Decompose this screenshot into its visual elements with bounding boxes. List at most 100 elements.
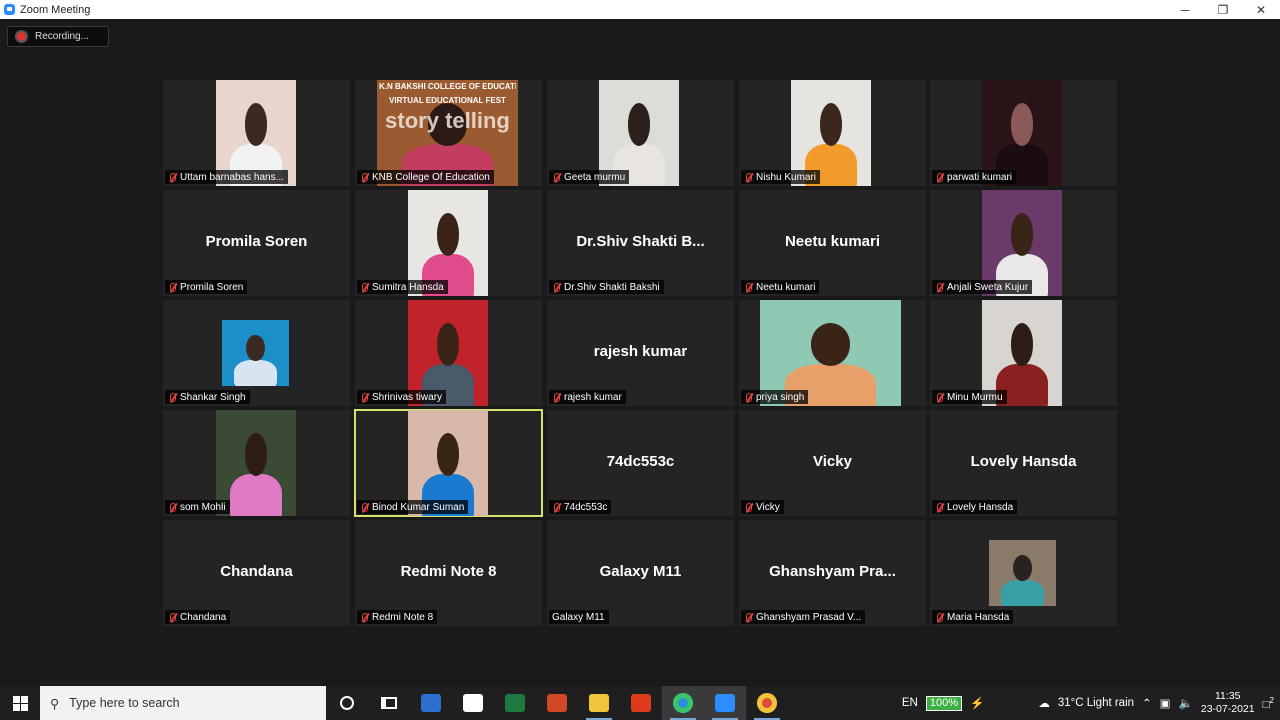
participant-display-name: Ghanshyam Pra...	[769, 563, 896, 580]
taskbar-search[interactable]: ⚲ Type here to search	[40, 686, 326, 720]
video-overlay-text: story telling	[385, 108, 510, 133]
taskbar-store-button[interactable]	[452, 686, 494, 720]
taskbar-photos-button[interactable]	[410, 686, 452, 720]
muted-mic-icon	[935, 502, 944, 513]
start-button[interactable]	[0, 686, 40, 720]
taskbar-powerpoint-button[interactable]	[536, 686, 578, 720]
participant-name-label: priya singh	[741, 390, 809, 404]
clock[interactable]: 11:35 23-07-2021	[1201, 690, 1255, 716]
participant-name: Nishu Kumari	[756, 171, 817, 183]
muted-mic-icon	[935, 392, 944, 403]
participant-tile[interactable]: rajesh kumar rajesh kumar	[547, 300, 734, 406]
taskbar-cortana-button[interactable]	[326, 686, 368, 720]
participant-tile[interactable]: Nishu Kumari	[739, 80, 926, 186]
participant-tile[interactable]: Binod Kumar Suman	[354, 409, 543, 517]
participant-tile[interactable]: Shankar Singh	[163, 300, 350, 406]
participant-name-label: Anjali Sweta Kujur	[932, 280, 1033, 294]
participant-name: Minu Murmu	[947, 391, 1003, 403]
muted-mic-icon	[935, 172, 944, 183]
maximize-button[interactable]: ❐	[1204, 0, 1242, 19]
participant-tile[interactable]: Anjali Sweta Kujur	[930, 190, 1117, 296]
participant-name-label: Maria Hansda	[932, 610, 1014, 624]
participant-tile[interactable]: Vicky Vicky	[739, 410, 926, 516]
participant-name: priya singh	[756, 391, 805, 403]
muted-mic-icon	[744, 502, 753, 513]
muted-mic-icon	[935, 612, 944, 623]
taskbar-zoom-button[interactable]	[704, 686, 746, 720]
muted-mic-icon	[552, 392, 561, 403]
muted-mic-icon	[168, 502, 177, 513]
recording-indicator[interactable]: Recording...	[7, 26, 109, 47]
taskbar-task-view-button[interactable]	[368, 686, 410, 720]
participant-tile[interactable]: Dr.Shiv Shakti B... Dr.Shiv Shakti Bakshi	[547, 190, 734, 296]
windows-logo-icon	[12, 695, 28, 711]
participant-display-name: Galaxy M11	[599, 563, 682, 580]
search-placeholder: Type here to search	[69, 696, 180, 710]
participant-tile[interactable]: parwati kumari	[930, 80, 1117, 186]
edge-icon	[673, 693, 693, 713]
participant-display-name: Chandana	[220, 563, 293, 580]
participant-name-label: Dr.Shiv Shakti Bakshi	[549, 280, 664, 294]
task-view-icon	[381, 697, 397, 709]
taskbar-file-explorer-button[interactable]	[578, 686, 620, 720]
participant-tile[interactable]: som Mohli	[163, 410, 350, 516]
participant-video	[222, 320, 289, 386]
close-button[interactable]: ✕	[1242, 0, 1280, 19]
muted-mic-icon	[360, 612, 369, 623]
participant-tile[interactable]: Maria Hansda	[930, 520, 1117, 626]
participant-tile[interactable]: Sumitra Hansda	[355, 190, 542, 296]
weather-text[interactable]: 31°C Light rain	[1058, 697, 1134, 709]
participant-name: KNB College Of Education	[372, 171, 490, 183]
participant-tile[interactable]: Uttam barnabas hans...	[163, 80, 350, 186]
participant-tile[interactable]: Redmi Note 8 Redmi Note 8	[355, 520, 542, 626]
participant-name: Neetu kumari	[756, 281, 816, 293]
language-indicator[interactable]: EN	[902, 697, 918, 709]
network-icon[interactable]: ▣	[1160, 696, 1171, 710]
participant-display-name: rajesh kumar	[593, 343, 688, 360]
participant-tile[interactable]: Galaxy M11 Galaxy M11	[547, 520, 734, 626]
participant-tile[interactable]: Ghanshyam Pra... Ghanshyam Prasad V...	[739, 520, 926, 626]
participant-tile[interactable]: Promila Soren Promila Soren	[163, 190, 350, 296]
meeting-area: Recording... Uttam barnabas hans... K.N B…	[0, 19, 1280, 686]
gallery-grid: Uttam barnabas hans... K.N BAKSHI COLLEGE…	[163, 80, 1117, 626]
participant-name-label: Lovely Hansda	[932, 500, 1018, 514]
minimize-button[interactable]: ─	[1166, 0, 1204, 19]
participant-name-label: Ghanshyam Prasad V...	[741, 610, 866, 624]
participant-name: Sumitra Hansda	[372, 281, 444, 293]
chevron-up-icon[interactable]: ⌃	[1142, 696, 1152, 710]
participant-name: Shankar Singh	[180, 391, 246, 403]
participant-tile[interactable]: 74dc553c 74dc553c	[547, 410, 734, 516]
participant-tile[interactable]: Chandana Chandana	[163, 520, 350, 626]
taskbar-office-button[interactable]	[620, 686, 662, 720]
participant-name-label: Minu Murmu	[932, 390, 1007, 404]
participant-name-label: Galaxy M11	[549, 610, 609, 624]
recording-label: Recording...	[35, 31, 89, 42]
participant-display-name: Lovely Hansda	[970, 453, 1077, 470]
participant-tile[interactable]: priya singh	[739, 300, 926, 406]
participant-tile[interactable]: Shrinivas tiwary	[355, 300, 542, 406]
participant-name: som Mohli	[180, 501, 226, 513]
participant-tile[interactable]: Neetu kumari Neetu kumari	[739, 190, 926, 296]
participant-name-label: Uttam barnabas hans...	[165, 170, 288, 184]
participant-tile[interactable]: K.N BAKSHI COLLEGE OF EDUCATION VIRTUAL E…	[355, 80, 542, 186]
taskbar-chrome-button[interactable]	[746, 686, 788, 720]
taskbar-excel-button[interactable]	[494, 686, 536, 720]
excel-icon	[505, 694, 525, 712]
participant-name: Chandana	[180, 611, 227, 623]
taskbar-edge-button[interactable]	[662, 686, 704, 720]
battery-indicator[interactable]: 100%	[925, 695, 962, 711]
photos-icon	[421, 694, 441, 712]
muted-mic-icon	[552, 172, 561, 183]
muted-mic-icon	[744, 172, 753, 183]
record-icon	[17, 32, 26, 41]
participant-tile[interactable]: Minu Murmu	[930, 300, 1117, 406]
system-tray: EN 100% ⚡ ☁ 31°C Light rain ⌃ ▣ 🔈 11:35 …	[902, 686, 1280, 720]
clock-time: 11:35	[1214, 690, 1241, 702]
muted-mic-icon	[552, 282, 561, 293]
volume-icon[interactable]: 🔈	[1179, 696, 1193, 710]
participant-tile[interactable]: Geeta murmu	[547, 80, 734, 186]
muted-mic-icon	[168, 172, 177, 183]
participant-tile[interactable]: Lovely Hansda Lovely Hansda	[930, 410, 1117, 516]
muted-mic-icon	[744, 612, 753, 623]
notification-center-icon[interactable]: □2	[1263, 696, 1274, 711]
